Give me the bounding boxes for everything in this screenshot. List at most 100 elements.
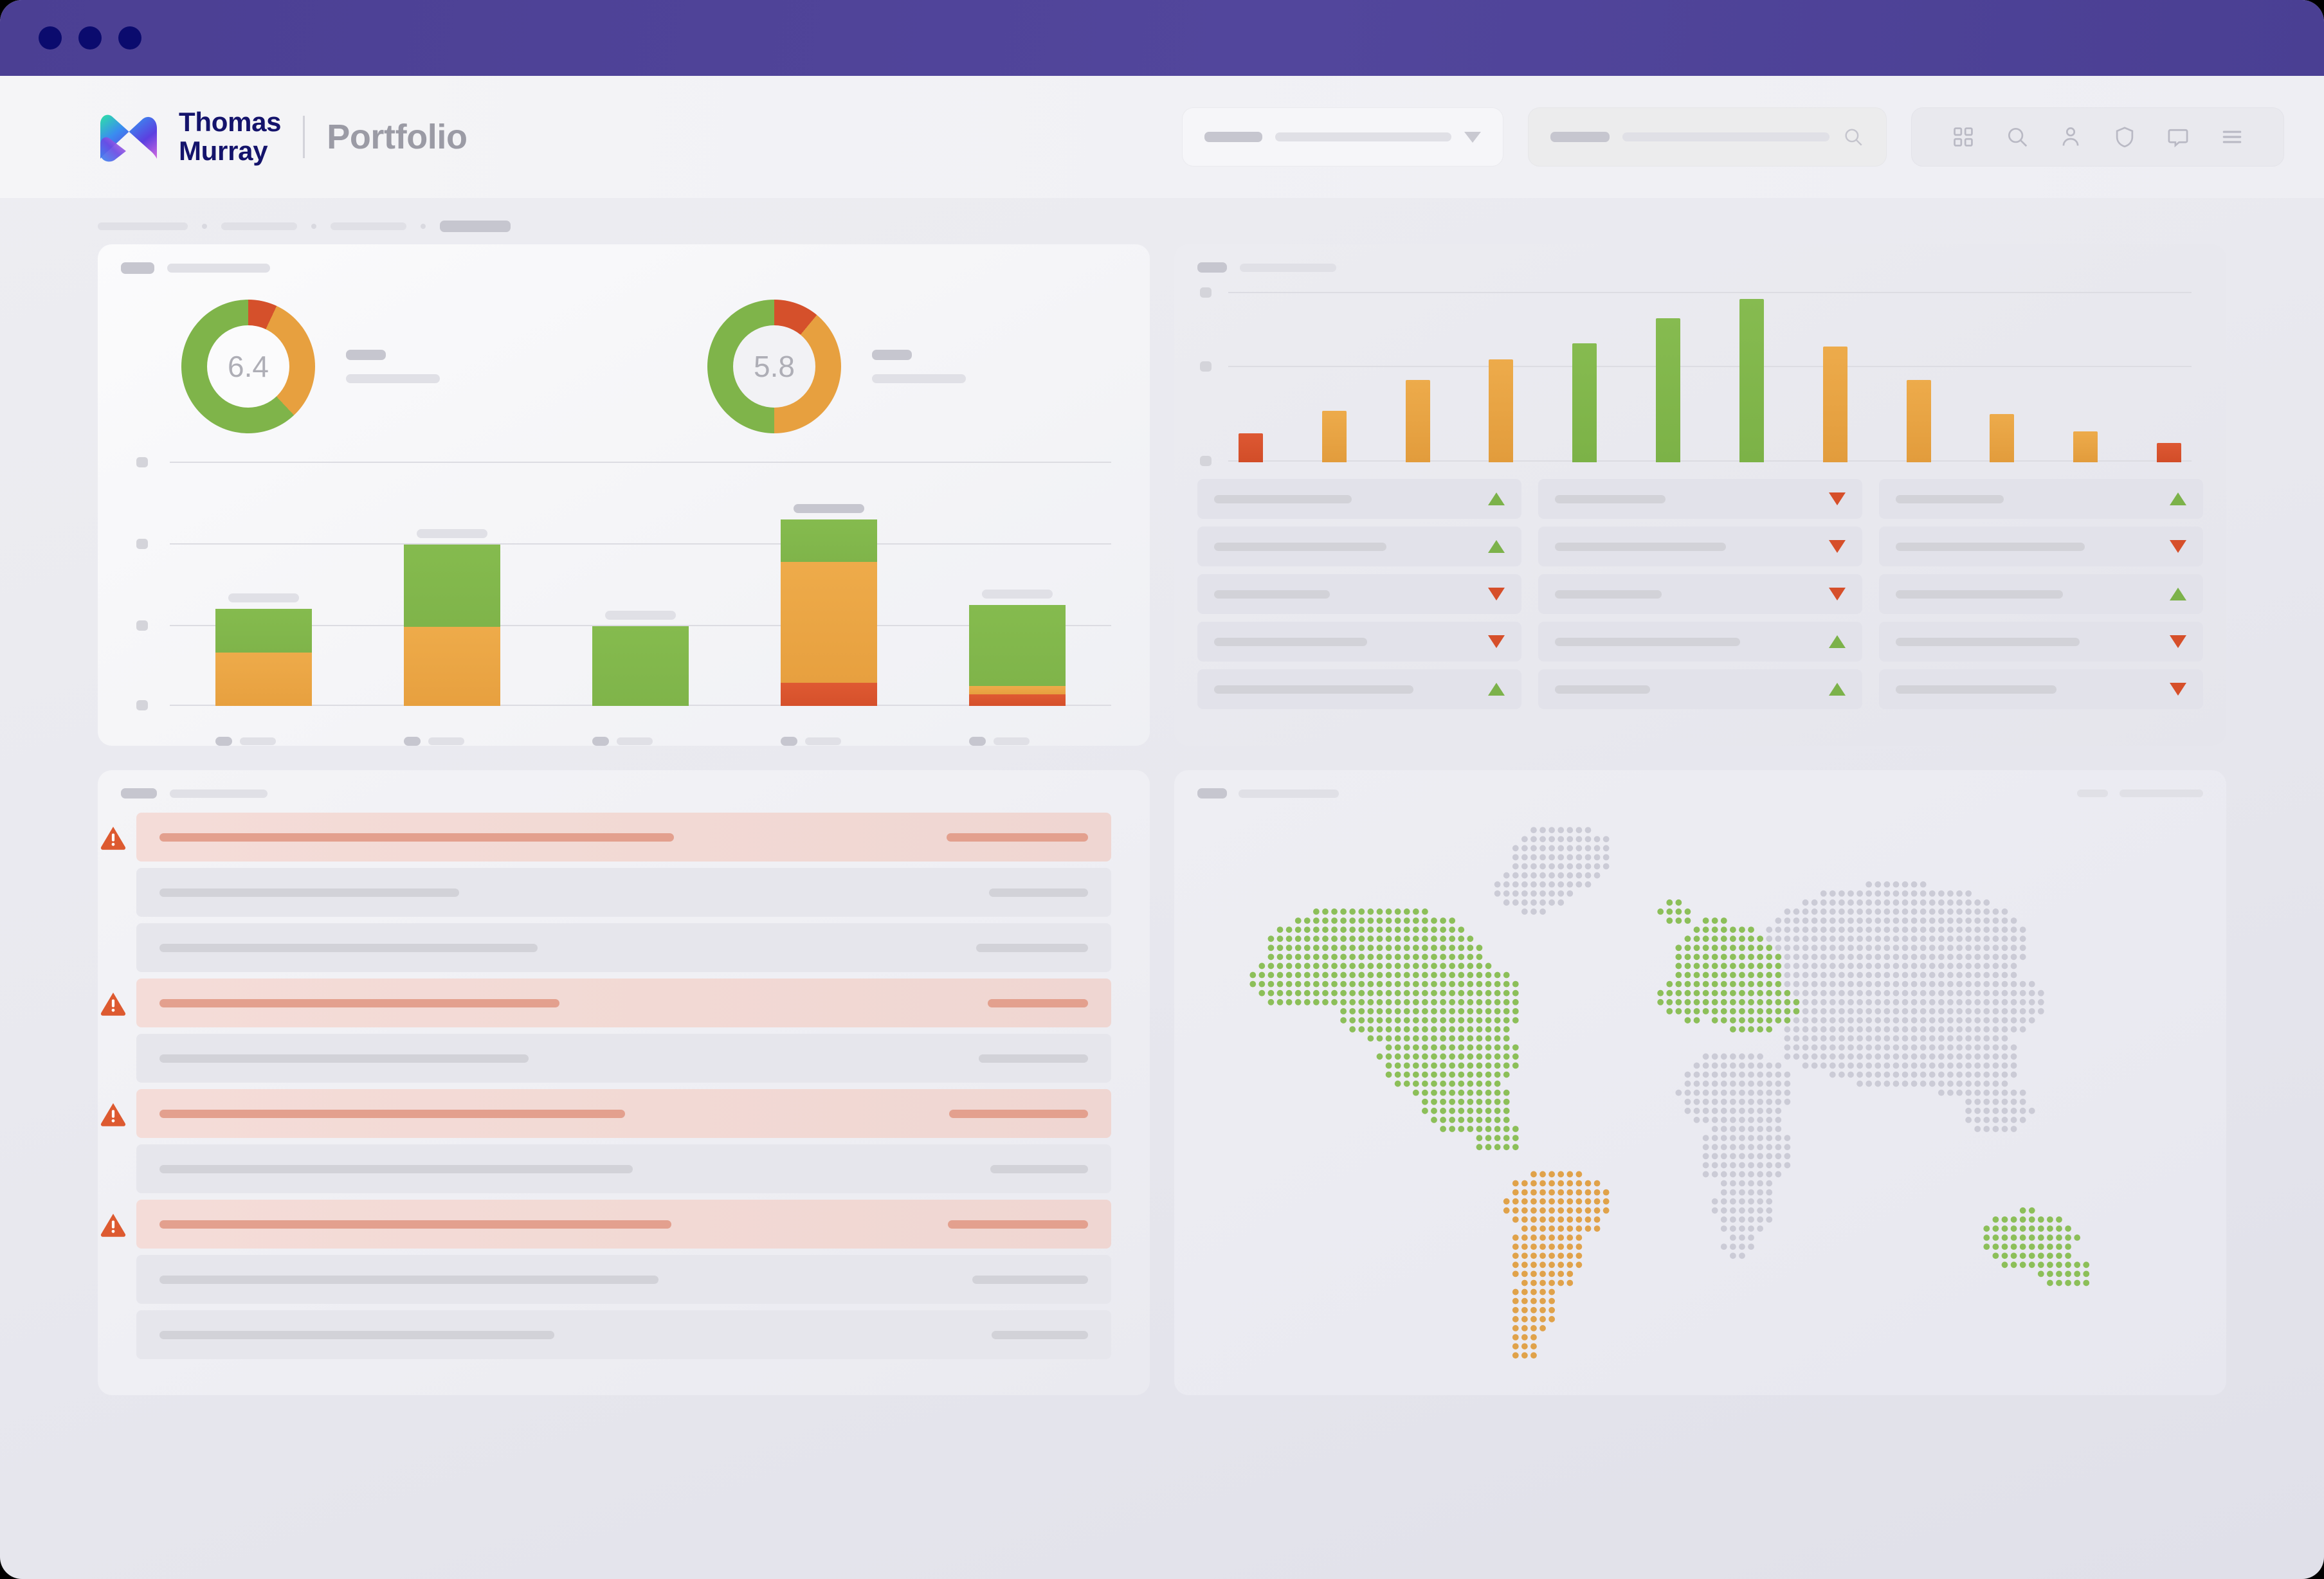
segment-orange [404,627,501,706]
alert-value [949,1109,1088,1118]
x-axis-label [780,737,877,746]
alert-row[interactable] [100,979,1111,1027]
y-axis-tick [136,539,148,549]
shield-icon[interactable] [2112,125,2137,149]
header-controls [1182,107,2284,167]
alert-row[interactable] [136,1310,1111,1359]
search-input[interactable] [1528,107,1887,167]
table-row[interactable] [1538,527,1862,566]
distribution-bar-8[interactable] [1822,347,1847,462]
breadcrumb-item-1[interactable] [98,222,188,230]
segment-red [780,683,877,706]
distribution-bar-9[interactable] [1906,380,1931,462]
rating-distribution-chart [1200,287,2192,466]
breadcrumb-item-2[interactable] [221,222,297,230]
score-donut-2-legend [872,350,966,383]
distribution-bar-1[interactable] [1239,433,1263,462]
window-minimize-button[interactable] [78,26,102,50]
page-title: Portfolio [327,118,468,156]
distribution-bar-2[interactable] [1321,411,1347,462]
stacked-bar-1[interactable] [215,462,313,706]
breadcrumb-separator-icon [311,224,316,229]
portfolio-filter-select[interactable] [1182,107,1503,167]
alert-row[interactable] [136,1255,1111,1304]
alert-row[interactable] [136,1034,1111,1083]
select-placeholder-skeleton [1275,132,1451,141]
alert-row[interactable] [100,1089,1111,1138]
stacked-bar-4[interactable] [780,462,877,706]
table-row[interactable] [1197,479,1521,519]
alert-value [947,833,1088,842]
table-row[interactable] [1197,527,1521,566]
menu-icon[interactable] [2220,125,2244,149]
distribution-bar-10[interactable] [1990,414,2015,462]
distribution-bar-3[interactable] [1405,380,1430,462]
panel-alerts-title [121,788,157,799]
breadcrumb-item-3[interactable] [331,222,406,230]
panel-map-title [1197,788,1227,799]
distribution-bar-6[interactable] [1656,318,1681,462]
x-axis-label [404,737,500,746]
score-card-1[interactable]: 6.4 [98,300,624,433]
alert-message [159,943,538,952]
distribution-bar-11[interactable] [2073,431,2098,462]
trend-down-icon [1488,588,1505,600]
alert-row[interactable] [100,813,1111,862]
alert-row[interactable] [136,1144,1111,1193]
table-row[interactable] [1538,622,1862,662]
stacked-bar-5[interactable] [968,462,1066,706]
table-row[interactable] [1538,574,1862,614]
stacked-bar-x-axis [170,737,1111,746]
table-row[interactable] [1879,479,2203,519]
map-legend-item [2077,790,2108,797]
legend-primary [346,350,386,360]
distribution-bar-12[interactable] [2156,443,2181,462]
segment-green [780,519,877,562]
select-value-skeleton [1204,132,1262,142]
table-row[interactable] [1879,527,2203,566]
stacked-bar-3[interactable] [592,462,689,706]
table-row[interactable] [1538,669,1862,709]
panel-scores-header [98,244,1150,274]
alert-message [159,1054,529,1063]
distribution-bar-5[interactable] [1572,343,1597,462]
app-header: Thomas Murray Portfolio [0,76,2324,198]
brand[interactable]: Thomas Murray [98,108,282,165]
distribution-bar-7[interactable] [1739,299,1764,462]
table-row[interactable] [1879,622,2203,662]
bar-value-label [793,504,864,513]
y-axis-tick [136,700,148,710]
table-row[interactable] [1197,669,1521,709]
search-placeholder-skeleton [1622,132,1829,141]
trend-up-icon [1829,683,1846,696]
stacked-bar-2[interactable] [404,462,501,706]
alert-value [979,1054,1088,1063]
score-donut-1-value: 6.4 [207,325,289,408]
window-close-button[interactable] [39,26,62,50]
y-axis-tick [1200,456,1212,466]
world-map[interactable] [1174,805,2226,1384]
table-row[interactable] [1879,574,2203,614]
table-row[interactable] [1879,669,2203,709]
distribution-bar-4[interactable] [1489,359,1514,462]
table-row[interactable] [1197,622,1521,662]
alert-row[interactable] [100,1200,1111,1249]
breadcrumb-item-4-active[interactable] [440,221,511,232]
app-body: Thomas Murray Portfolio 6.4 5.8 [0,76,2324,1579]
table-row[interactable] [1538,479,1862,519]
trend-down-icon [1829,492,1846,505]
user-icon[interactable] [2058,125,2083,149]
search-icon[interactable] [2005,125,2029,149]
header-icon-cluster [1911,107,2284,167]
stacked-bar-series [170,462,1111,706]
trend-up-icon [2170,492,2186,505]
table-row[interactable] [1197,574,1521,614]
chat-icon[interactable] [2166,125,2190,149]
segment-green [592,626,689,706]
window-maximize-button[interactable] [118,26,141,50]
alert-row[interactable] [136,868,1111,917]
alert-row[interactable] [136,923,1111,972]
panel-scores-subtitle [167,264,270,273]
apps-grid-icon[interactable] [1951,125,1975,149]
score-card-2[interactable]: 5.8 [624,300,1150,433]
